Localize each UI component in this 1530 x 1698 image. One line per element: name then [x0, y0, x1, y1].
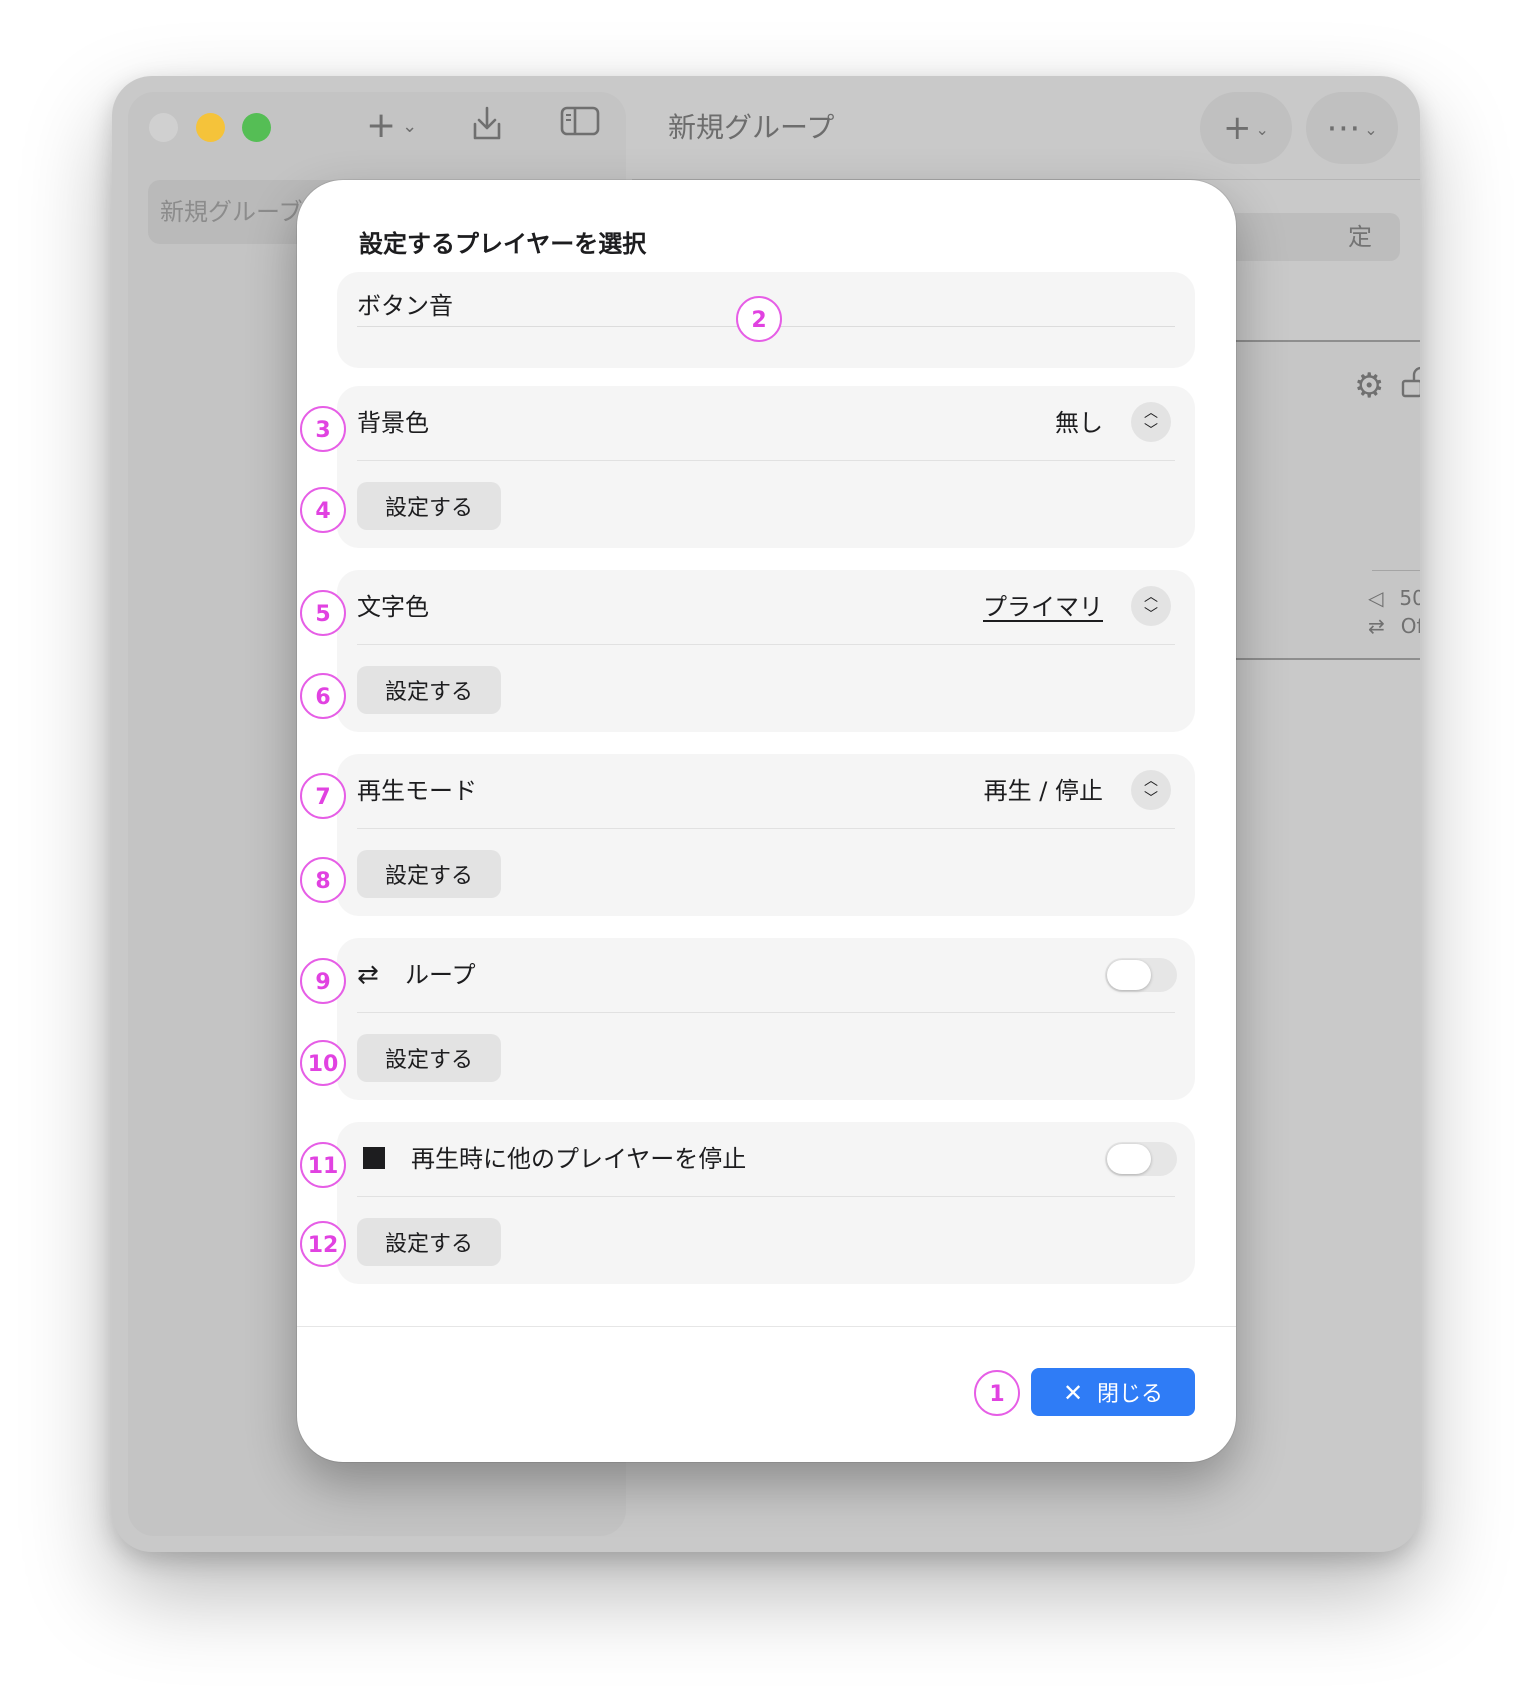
set-loop-button[interactable]: 設定する: [357, 1034, 501, 1082]
row-divider: [357, 460, 1175, 461]
row-divider: [357, 1196, 1175, 1197]
close-button-label: 閉じる: [1097, 1382, 1164, 1407]
player-settings-dialog: 設定するプレイヤーを選択 背景色 無し ︿﹀ 設定する 文字色 プライマリ ︿﹀…: [297, 180, 1236, 1462]
play-mode-section: 再生モード 再生 / 停止 ︿ ﹀ 設定する: [337, 754, 1195, 916]
chevron-down-icon: ⌄: [402, 116, 418, 137]
plus-icon: +: [366, 105, 397, 146]
callout-marker: 7: [300, 773, 346, 819]
callout-marker: 5: [300, 590, 346, 636]
title-bar: + ⌄ 新規グループ + ⌄ ⋯ ⌄: [112, 76, 1420, 180]
window-minimize-button[interactable]: [196, 113, 225, 142]
close-button[interactable]: ✕ 閉じる: [1031, 1368, 1195, 1416]
callout-marker: 8: [300, 857, 346, 903]
up-down-chevron-icon[interactable]: ︿ ﹀: [1131, 402, 1171, 442]
volume-readout: ◁ 50: [1368, 586, 1420, 610]
stop-others-label: 再生時に他のプレイヤーを停止: [411, 1145, 747, 1173]
text-color-section: 文字色 プライマリ ︿ ﹀ 設定する: [337, 570, 1195, 732]
set-text-color-button[interactable]: 設定する: [357, 666, 501, 714]
callout-marker: 9: [300, 958, 346, 1004]
loop-section: ⇄ ループ 設定する: [337, 938, 1195, 1100]
close-icon: ✕: [1062, 1379, 1084, 1407]
chevron-down-icon: ⌄: [1364, 119, 1378, 139]
text-color-label: 文字色: [357, 593, 429, 621]
row-divider: [357, 644, 1175, 645]
footer-divider: [297, 1326, 1236, 1327]
set-stop-others-button[interactable]: 設定する: [357, 1218, 501, 1266]
callout-marker: 4: [300, 487, 346, 533]
background-settings-button[interactable]: 定: [1222, 213, 1400, 261]
callout-marker: 10: [300, 1040, 346, 1086]
callout-marker: 6: [300, 673, 346, 719]
text-color-value[interactable]: プライマリ: [983, 590, 1103, 624]
loop-row: ⇄ ループ: [357, 958, 476, 992]
callout-marker: 12: [300, 1221, 346, 1267]
stop-icon: [363, 1147, 385, 1169]
callout-marker: 11: [300, 1142, 346, 1188]
background-color-section: 背景色 無し ︿ ﹀ 設定する: [337, 386, 1195, 548]
callout-marker: 1: [974, 1370, 1020, 1416]
repeat-icon: ⇄: [1368, 614, 1385, 638]
stop-others-row: 再生時に他のプレイヤーを停止: [357, 1142, 746, 1176]
play-mode-value[interactable]: 再生 / 停止: [984, 774, 1103, 808]
up-down-chevron-icon[interactable]: ︿ ﹀: [1131, 770, 1171, 810]
card-divider: [1372, 570, 1420, 571]
stop-others-section: 再生時に他のプレイヤーを停止 設定する: [337, 1122, 1195, 1284]
window-close-button[interactable]: [149, 113, 178, 142]
lock-open-icon[interactable]: [1400, 366, 1420, 408]
toggle-knob: [1107, 1144, 1151, 1174]
chevron-down-icon: ⌄: [1255, 119, 1269, 139]
window-zoom-button[interactable]: [242, 113, 271, 142]
row-divider: [357, 828, 1175, 829]
repeat-icon: ⇄: [357, 960, 379, 990]
background-color-label: 背景色: [357, 409, 429, 437]
stop-others-toggle[interactable]: [1105, 1142, 1177, 1176]
window-title: 新規グループ: [668, 111, 835, 144]
add-menu-button[interactable]: + ⌄: [366, 104, 417, 149]
more-button[interactable]: ⋯ ⌄: [1306, 92, 1398, 164]
play-mode-label: 再生モード: [357, 777, 477, 805]
callout-marker: 3: [300, 406, 346, 452]
set-background-color-button[interactable]: 設定する: [357, 482, 501, 530]
more-icon: ⋯: [1326, 108, 1361, 148]
loop-label: ループ: [405, 961, 476, 989]
loop-readout: ⇄Off: [1368, 614, 1420, 638]
player-card: ⚙ ◁50 ⇄Off: [1222, 340, 1420, 660]
gear-icon[interactable]: ⚙: [1354, 366, 1384, 406]
plus-icon: +: [1223, 108, 1252, 148]
row-divider: [357, 1012, 1175, 1013]
toggle-knob: [1107, 960, 1151, 990]
dialog-title: 設定するプレイヤーを選択: [359, 230, 647, 258]
add-button[interactable]: + ⌄: [1200, 92, 1292, 164]
background-color-value[interactable]: 無し: [1055, 406, 1103, 440]
sidebar-icon[interactable]: [560, 104, 600, 149]
speaker-icon: ◁: [1368, 586, 1384, 610]
download-icon[interactable]: [470, 104, 504, 155]
set-play-mode-button[interactable]: 設定する: [357, 850, 501, 898]
loop-toggle[interactable]: [1105, 958, 1177, 992]
up-down-chevron-icon[interactable]: ︿ ﹀: [1131, 586, 1171, 626]
callout-marker: 2: [736, 296, 782, 342]
